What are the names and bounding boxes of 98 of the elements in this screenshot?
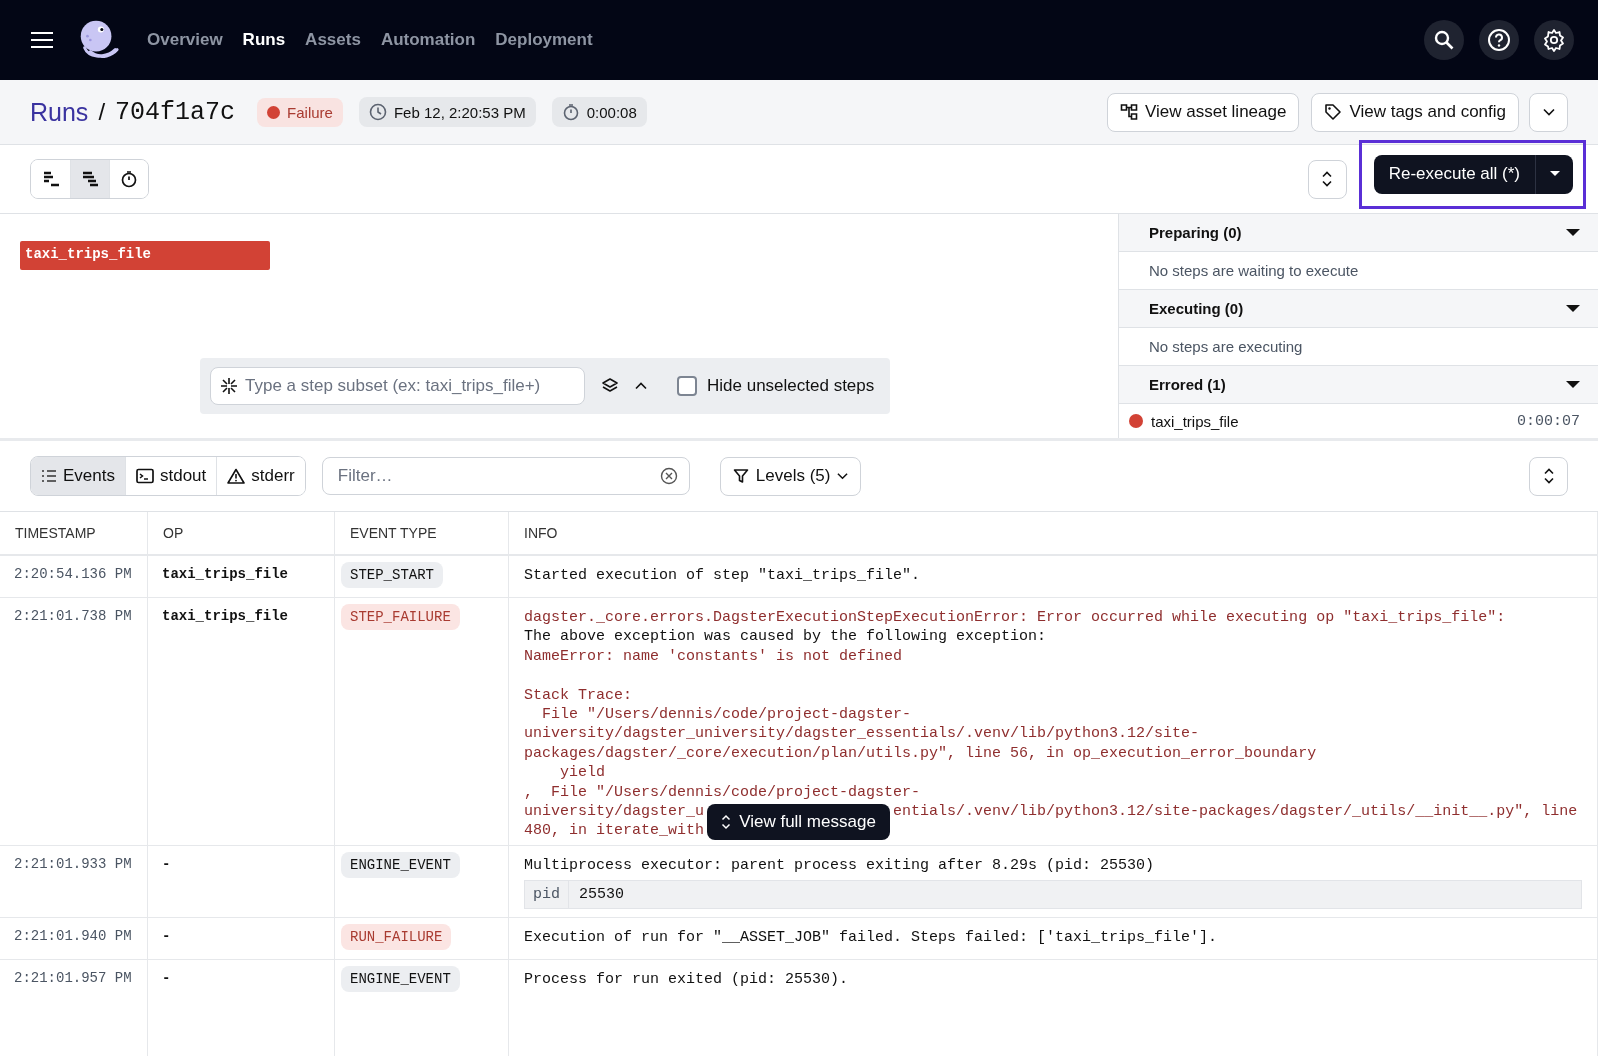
log-message-text: File "/Users/dennis/code/project-dagster-	[541, 706, 912, 723]
clear-icon[interactable]	[659, 467, 678, 485]
chevron-down-icon	[837, 472, 849, 480]
warning-icon	[227, 468, 246, 484]
timestamp-cell: 2:20:54.136 PM	[14, 566, 132, 582]
caret-icon	[1549, 171, 1560, 177]
up-down-chevron-icon	[1542, 467, 1555, 485]
lineage-graph-icon	[1119, 103, 1138, 121]
log-tab[interactable]: stderr	[216, 457, 305, 495]
event-type-tag: RUN_FAILURE	[341, 924, 452, 951]
log-message-text: dagster._core.errors.DagsterExecutionStepExecutionError: Error occurred while executing op "taxi_trips_file":	[524, 609, 1506, 626]
terminal-icon	[136, 468, 154, 484]
clock-icon	[368, 103, 387, 121]
tag-icon	[1324, 103, 1343, 121]
bars-icon	[41, 170, 60, 188]
start-time: Feb 12, 2:20:53 PM	[393, 103, 526, 121]
filter-icon	[732, 468, 749, 484]
step-duration: 0:00:07	[1517, 412, 1580, 430]
breadcrumb-separator: /	[98, 98, 106, 126]
log-message-text: entials/.venv/lib/python3.12/site-packages/dagster/_utils/__init__.py", line	[893, 803, 1578, 821]
caret-icon	[1566, 380, 1580, 389]
step-subset-field[interactable]: Type a step subset (ex: taxi_trips_file+)	[210, 367, 585, 405]
list-icon	[41, 469, 57, 483]
levels-filter-button[interactable]: Levels (5)	[719, 456, 862, 496]
metadata-value: 25530	[578, 885, 626, 906]
log-message-text: yield	[559, 764, 605, 782]
timestamp-cell: 2:21:01.957 PM	[14, 970, 132, 987]
event-type-tag: ENGINE_EVENT	[341, 966, 460, 993]
log-message-text: Started execution of step "taxi_trips_file".	[524, 567, 921, 584]
event-type-tag: STEP_START	[341, 562, 443, 588]
hide-unselected-label: Hide unselected steps	[707, 376, 875, 396]
log-message-text: , File "/Users/dennis/code/project-dagster-	[524, 783, 921, 801]
stopwatch-icon	[561, 103, 580, 121]
runs-breadcrumb-link[interactable]: Runs	[30, 97, 89, 127]
event-type-tag: ENGINE_EVENT	[341, 852, 460, 878]
help-icon	[1487, 28, 1511, 52]
expand-collapse-button[interactable]	[1529, 456, 1568, 496]
nav-link[interactable]: Automation	[380, 30, 476, 50]
op-cell: taxi_trips_file	[162, 566, 289, 582]
settings-button[interactable]	[1534, 20, 1574, 60]
waterfall-view-button[interactable]	[70, 160, 109, 198]
log-message-text: Execution of run for "__ASSET_JOB" failed. Steps failed: ['taxi_trips_file'].	[524, 929, 1218, 947]
gantt-step-bar[interactable]: taxi_trips_file	[20, 241, 270, 270]
log-message-text: Multiprocess executor: parent process exiting after 8.29s (pid: 25530)	[524, 857, 1155, 874]
timestamp-cell: 2:21:01.933 PM	[14, 856, 132, 872]
timer-view-button[interactable]	[109, 160, 148, 198]
op-cell: -	[162, 856, 171, 872]
log-tab[interactable]: Events	[31, 457, 125, 495]
duration: 0:00:08	[586, 103, 637, 121]
column-header: OP	[148, 512, 335, 554]
timestamp-cell: 2:21:01.738 PM	[14, 608, 132, 624]
log-message-text: university/dagster_u	[524, 803, 705, 821]
status-label: Failure	[287, 103, 333, 121]
op-cell: -	[162, 928, 171, 945]
search-icon	[1434, 30, 1454, 50]
column-header: TIMESTAMP	[0, 512, 148, 554]
stopwatch-icon	[120, 170, 138, 188]
nav-link[interactable]: Deployment	[495, 30, 593, 50]
section-header[interactable]: Errored (1)	[1119, 366, 1598, 404]
step-name[interactable]: taxi_trips_file	[1151, 412, 1517, 430]
log-message-text: packages/dagster/_core/execution/plan/utils.py", line 56, in op_execution_error_boundary	[524, 744, 1317, 762]
header-button[interactable]: View asset lineage	[1106, 92, 1300, 132]
help-button[interactable]	[1479, 20, 1519, 60]
view-full-message-button[interactable]: View full message	[707, 804, 890, 840]
header-button[interactable]: View tags and config	[1311, 92, 1519, 132]
log-message-text: NameError: name 'constants' is not defined	[524, 647, 903, 665]
metadata-key: pid	[525, 881, 569, 909]
op-cell: taxi_trips_file	[162, 608, 289, 624]
menu-icon[interactable]	[31, 32, 53, 48]
nav-link[interactable]: Runs	[242, 30, 286, 50]
chevron-down-icon	[1542, 108, 1555, 116]
timestamp-cell: 2:21:01.940 PM	[14, 928, 132, 945]
nav-link[interactable]: Overview	[147, 30, 223, 50]
run-id: 704f1a7c	[115, 97, 236, 127]
log-message-text: university/dagster_university/dagster_essentials/.venv/lib/python3.12/site-	[524, 725, 1200, 743]
filter-field[interactable]: Filter…	[321, 457, 690, 495]
caret-icon	[1566, 228, 1580, 237]
event-type-tag: STEP_FAILURE	[341, 604, 460, 630]
log-message-text: The above exception was caused by the following exception:	[524, 628, 1047, 646]
log-message-text: Process for run exited (pid: 25530).	[524, 971, 849, 989]
waterfall-icon	[81, 170, 99, 188]
section-header[interactable]: Executing (0)	[1119, 290, 1598, 328]
op-cell: -	[162, 970, 171, 987]
search-button[interactable]	[1424, 20, 1464, 60]
up-down-chevron-icon	[1321, 170, 1334, 188]
nav-link[interactable]: Assets	[305, 30, 361, 50]
hide-unselected-checkbox[interactable]	[677, 376, 697, 396]
section-header[interactable]: Preparing (0)	[1119, 214, 1598, 252]
column-header: EVENT TYPE	[335, 512, 509, 554]
caret-icon	[1566, 304, 1580, 313]
log-message-text: Stack Trace:	[524, 686, 633, 704]
column-header: INFO	[509, 512, 1598, 554]
layers-icon[interactable]	[601, 377, 619, 395]
settings-icon	[1542, 28, 1566, 52]
chevron-up-icon[interactable]	[635, 382, 647, 390]
asterisk-icon	[219, 376, 239, 396]
up-down-chevron-icon	[721, 814, 732, 830]
log-message-text: 480, in iterate_with	[524, 822, 705, 840]
